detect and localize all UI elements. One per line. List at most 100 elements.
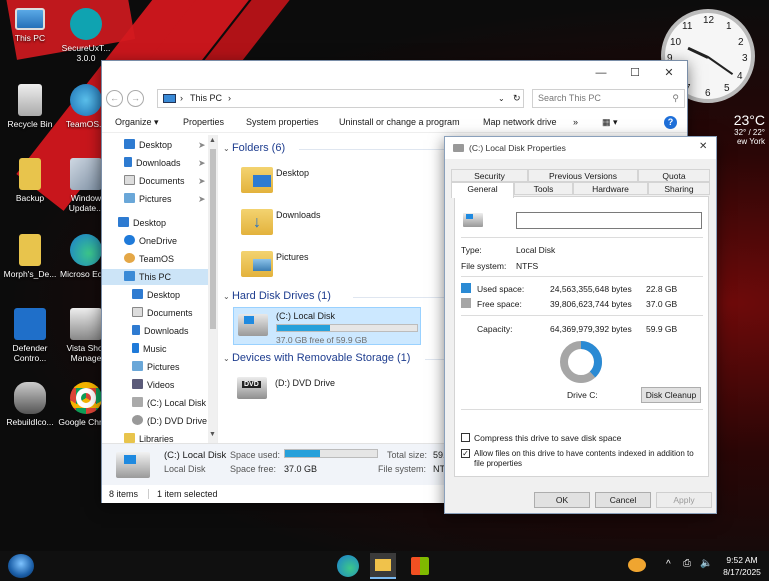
desktop-icon-this-pc[interactable]: This PC	[0, 8, 60, 43]
ok-button[interactable]: OK	[534, 492, 590, 508]
scroll-up-arrow[interactable]: ▲	[209, 137, 216, 144]
properties-command[interactable]: Properties	[183, 117, 224, 127]
network-icon[interactable]: ⎙	[683, 558, 691, 569]
group-hard-disks-header[interactable]: ⌄ Hard Disk Drives (1)	[223, 290, 331, 302]
disk-cleanup-button[interactable]: Disk Cleanup	[641, 387, 701, 403]
more-commands-button[interactable]: »	[573, 117, 578, 127]
group-folders-header[interactable]: ⌄ Folders (6)	[223, 142, 285, 154]
uninstall-program-command[interactable]: Uninstall or change a program	[339, 117, 460, 127]
apply-button[interactable]: Apply	[656, 492, 712, 508]
back-arrow-icon[interactable]: ←	[106, 90, 123, 107]
scroll-down-arrow[interactable]: ▼	[209, 431, 216, 438]
search-box[interactable]: Search This PC ⚲	[532, 89, 685, 108]
desktop-icon-morphs[interactable]: Morph's_De...	[0, 234, 60, 279]
nav-scrollbar[interactable]: ▲ ▼	[208, 135, 217, 443]
explorer-title-bar: — ☐ ✕	[102, 61, 687, 85]
view-options-icon[interactable]: ▦ ▾	[602, 117, 628, 129]
tab-general[interactable]: General	[451, 182, 514, 198]
dialog-title-bar: (C:) Local Disk Properties ✕	[445, 137, 716, 159]
navigation-pane: Desktop ➤ Downloads ➤ Documents ➤ Pictures ➤…	[102, 135, 218, 443]
address-dropdown-icon[interactable]: ⌄	[498, 90, 505, 107]
folder-icon[interactable]	[241, 251, 273, 277]
desktop-icon-defender[interactable]: Defender Contro...	[0, 308, 60, 363]
tab-hardware[interactable]: Hardware	[573, 182, 648, 195]
tab-tools[interactable]: Tools	[514, 182, 573, 195]
search-input[interactable]: Search This PC	[538, 93, 601, 103]
taskbar-clock[interactable]: 9:52 AM 8/17/2025	[718, 554, 766, 578]
secureux-icon	[70, 8, 102, 40]
index-checkbox[interactable]: ✓	[461, 449, 470, 458]
scroll-thumb[interactable]	[210, 149, 216, 329]
nav-item-this-pc[interactable]: This PC	[102, 269, 208, 285]
nav-item-documents-pinned[interactable]: Documents ➤	[124, 173, 206, 189]
tray-overflow-icon[interactable]: ^	[666, 559, 671, 570]
nav-item-onedrive[interactable]: OneDrive	[124, 233, 177, 249]
folder-label-pictures[interactable]: Pictures	[276, 252, 309, 262]
weather-tray-icon[interactable]	[628, 558, 646, 572]
start-button[interactable]	[8, 554, 34, 578]
nav-item-desktop-pinned[interactable]: Desktop ➤	[124, 137, 206, 153]
system-properties-command[interactable]: System properties	[246, 117, 319, 127]
nav-item-desktop[interactable]: Desktop	[118, 215, 166, 231]
tab-quota[interactable]: Quota	[638, 169, 710, 182]
nav-item-teamos[interactable]: TeamOS	[124, 251, 174, 267]
nav-item-videos[interactable]: Videos	[132, 377, 174, 393]
group-removable-header[interactable]: ⌄ Devices with Removable Storage (1)	[223, 352, 410, 364]
folder-icon[interactable]	[241, 167, 273, 193]
edge-taskbar-icon[interactable]	[337, 555, 359, 577]
drive-letter-label: Drive C:	[567, 390, 598, 400]
organize-menu[interactable]: Organize ▾	[115, 117, 159, 128]
free-space-label: Free space:	[477, 299, 522, 309]
nav-item-documents[interactable]: Documents	[132, 305, 193, 321]
type-value: Local Disk	[516, 245, 556, 255]
drive-d-tile[interactable]: DVD (D:) DVD Drive	[233, 369, 413, 407]
nav-item-music[interactable]: Music	[132, 341, 167, 357]
folder-label-desktop[interactable]: Desktop	[276, 168, 309, 178]
desktop-icon-secureux[interactable]: SecureUxT... 3.0.0	[56, 8, 116, 63]
group-label: Devices with Removable Storage (1)	[231, 352, 411, 364]
drive-name-input[interactable]	[516, 212, 702, 229]
desktop-icon-rebuildicons[interactable]: RebuildIco...	[0, 382, 60, 427]
forward-arrow-icon[interactable]: →	[127, 90, 144, 107]
nav-item-downloads[interactable]: Downloads	[132, 323, 189, 339]
details-usage-bar	[284, 449, 378, 458]
map-network-drive-command[interactable]: Map network drive	[483, 117, 557, 127]
store-taskbar-icon[interactable]	[411, 557, 429, 575]
minimize-button[interactable]: —	[586, 63, 616, 83]
nav-item-desktop-sub[interactable]: Desktop	[132, 287, 180, 303]
compress-checkbox[interactable]	[461, 433, 470, 442]
dialog-close-button[interactable]: ✕	[699, 141, 707, 152]
nav-label: OneDrive	[139, 236, 178, 246]
windows-logo-icon	[124, 455, 136, 464]
volume-muted-icon[interactable]: 🔈	[700, 558, 712, 569]
nav-item-downloads-pinned[interactable]: Downloads ➤	[124, 155, 206, 171]
help-icon[interactable]: ?	[664, 116, 677, 129]
nav-label: Documents	[139, 176, 185, 186]
tab-security[interactable]: Security	[451, 169, 528, 182]
close-button[interactable]: ✕	[654, 63, 684, 83]
free-space-bytes: 39,806,623,744 bytes	[550, 299, 632, 309]
folder-label-downloads[interactable]: Downloads	[276, 210, 321, 220]
nav-item-pictures[interactable]: Pictures	[132, 359, 180, 375]
cancel-button[interactable]: Cancel	[595, 492, 651, 508]
free-space-gb: 37.0 GB	[646, 299, 678, 309]
edge-icon	[70, 234, 102, 266]
desktop-icon-backup[interactable]: Backup	[0, 158, 60, 203]
tab-previous-versions[interactable]: Previous Versions	[528, 169, 638, 182]
breadcrumb-this-pc[interactable]: This PC	[190, 90, 222, 107]
nav-item-libraries[interactable]: Libraries	[124, 431, 174, 443]
picture-overlay-icon	[253, 259, 271, 271]
tab-sharing[interactable]: Sharing	[648, 182, 710, 195]
nav-item-pictures-pinned[interactable]: Pictures ➤	[124, 191, 206, 207]
desktop-icon-recycle-bin[interactable]: Recycle Bin	[0, 84, 60, 129]
computer-icon	[163, 94, 176, 103]
nav-item-dvd-drive[interactable]: (D:) DVD Drive	[132, 413, 207, 429]
folder-icon[interactable]: ↓	[241, 209, 273, 235]
downloads-icon	[124, 157, 132, 167]
nav-item-local-disk[interactable]: (C:) Local Disk	[132, 395, 206, 411]
maximize-button[interactable]: ☐	[620, 63, 650, 83]
refresh-icon[interactable]: ↻	[513, 90, 521, 107]
file-explorer-taskbar-icon[interactable]	[370, 553, 396, 579]
drive-c-tile[interactable]: (C:) Local Disk 37.0 GB free of 59.9 GB	[233, 307, 421, 345]
address-bar[interactable]: › This PC › ⌄ ↻	[157, 89, 524, 108]
